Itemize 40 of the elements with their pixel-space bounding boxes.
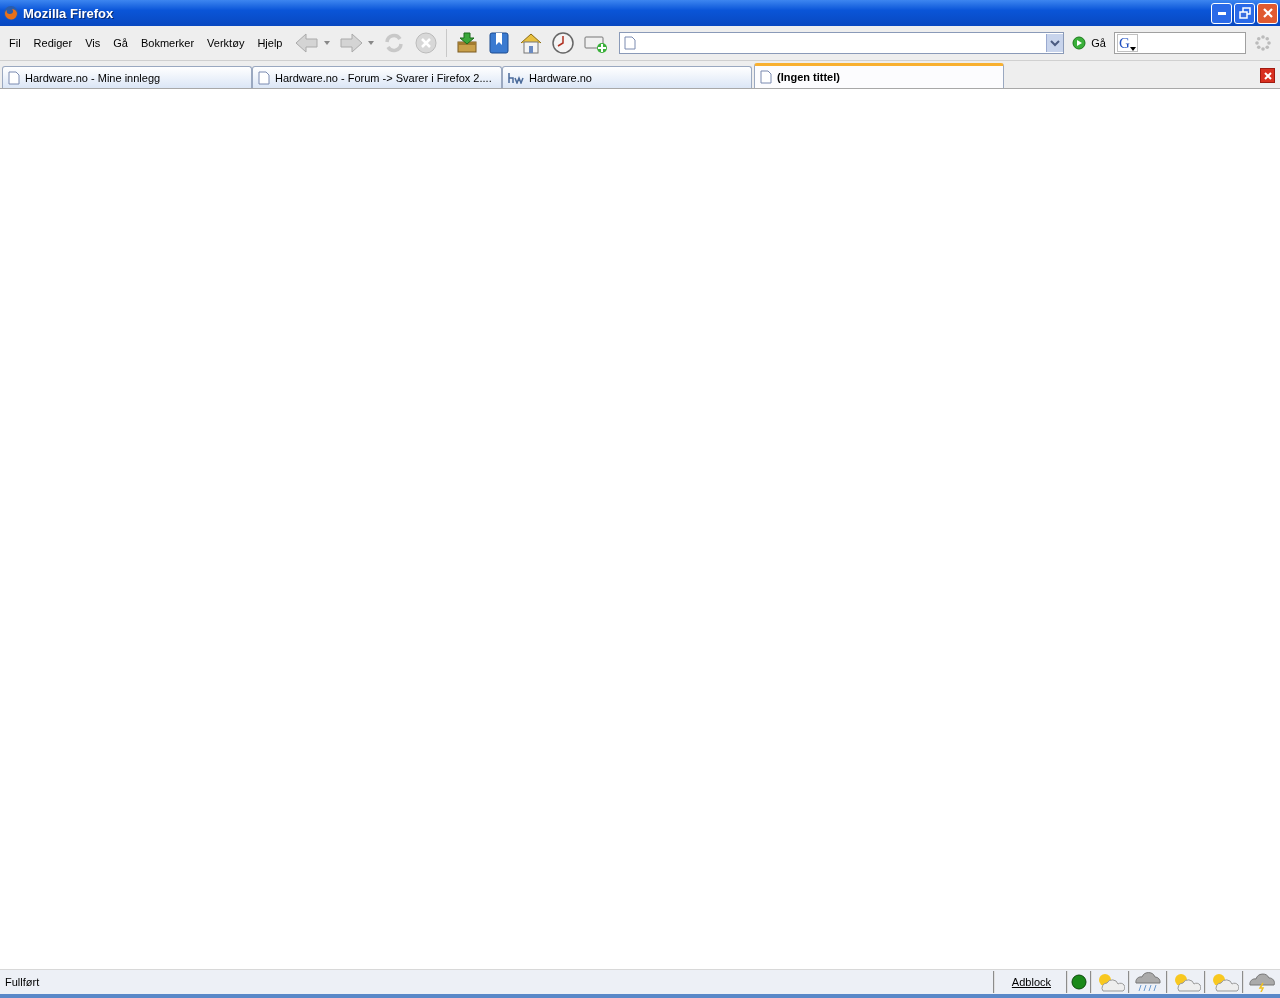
menu-item[interactable]: Bokmerker: [135, 37, 200, 49]
firefox-logo-icon: [3, 5, 19, 21]
restore-button[interactable]: [1234, 2, 1255, 24]
status-light-icon: [1071, 974, 1087, 990]
menu-item[interactable]: Verktøy: [202, 37, 250, 49]
close-button[interactable]: [1257, 2, 1278, 24]
address-field[interactable]: [619, 32, 1065, 54]
go-button[interactable]: Gå: [1064, 36, 1114, 50]
status-text: Fullført: [4, 976, 40, 988]
menu-item[interactable]: Hjelp: [252, 37, 288, 49]
minimize-button[interactable]: [1211, 2, 1232, 24]
menu-item[interactable]: Rediger: [28, 37, 78, 49]
site-logo-icon: [508, 71, 524, 84]
browser-tab[interactable]: Hardware.no - Mine innlegg: [2, 66, 252, 88]
search-engine-button[interactable]: G: [1117, 34, 1138, 52]
rain-cloud-icon: [1133, 972, 1163, 992]
browser-tab[interactable]: (Ingen tittel): [754, 63, 1004, 88]
browser-tab[interactable]: Hardware.no: [502, 66, 752, 88]
caret-icon: [1129, 47, 1136, 51]
throbber-icon: [1255, 35, 1271, 51]
restore-icon: [1238, 7, 1251, 19]
page-icon: [258, 70, 270, 85]
browser-tab[interactable]: Hardware.no - Forum -> Svarer i Firefox 2....: [252, 66, 502, 88]
storm-cloud-icon: [1247, 972, 1277, 992]
page-icon: [760, 70, 772, 84]
play-icon: [1072, 36, 1087, 50]
close-icon: [1261, 7, 1274, 19]
close-tab-button[interactable]: [1260, 68, 1275, 83]
page-icon: [624, 36, 637, 50]
close-icon: [1262, 70, 1273, 81]
adblock-link[interactable]: Adblock: [997, 976, 1063, 988]
menu-item[interactable]: Gå: [108, 37, 133, 49]
page-icon: [8, 70, 20, 85]
dropdown-caret-icon[interactable]: [368, 41, 375, 45]
menu-item[interactable]: Fil: [4, 37, 26, 49]
minimize-icon: [1217, 11, 1226, 15]
window-title: Mozilla Firefox: [23, 5, 114, 21]
dropdown-caret-icon[interactable]: [324, 41, 331, 45]
menu-item[interactable]: Vis: [80, 37, 106, 49]
search-field[interactable]: G: [1114, 32, 1246, 54]
